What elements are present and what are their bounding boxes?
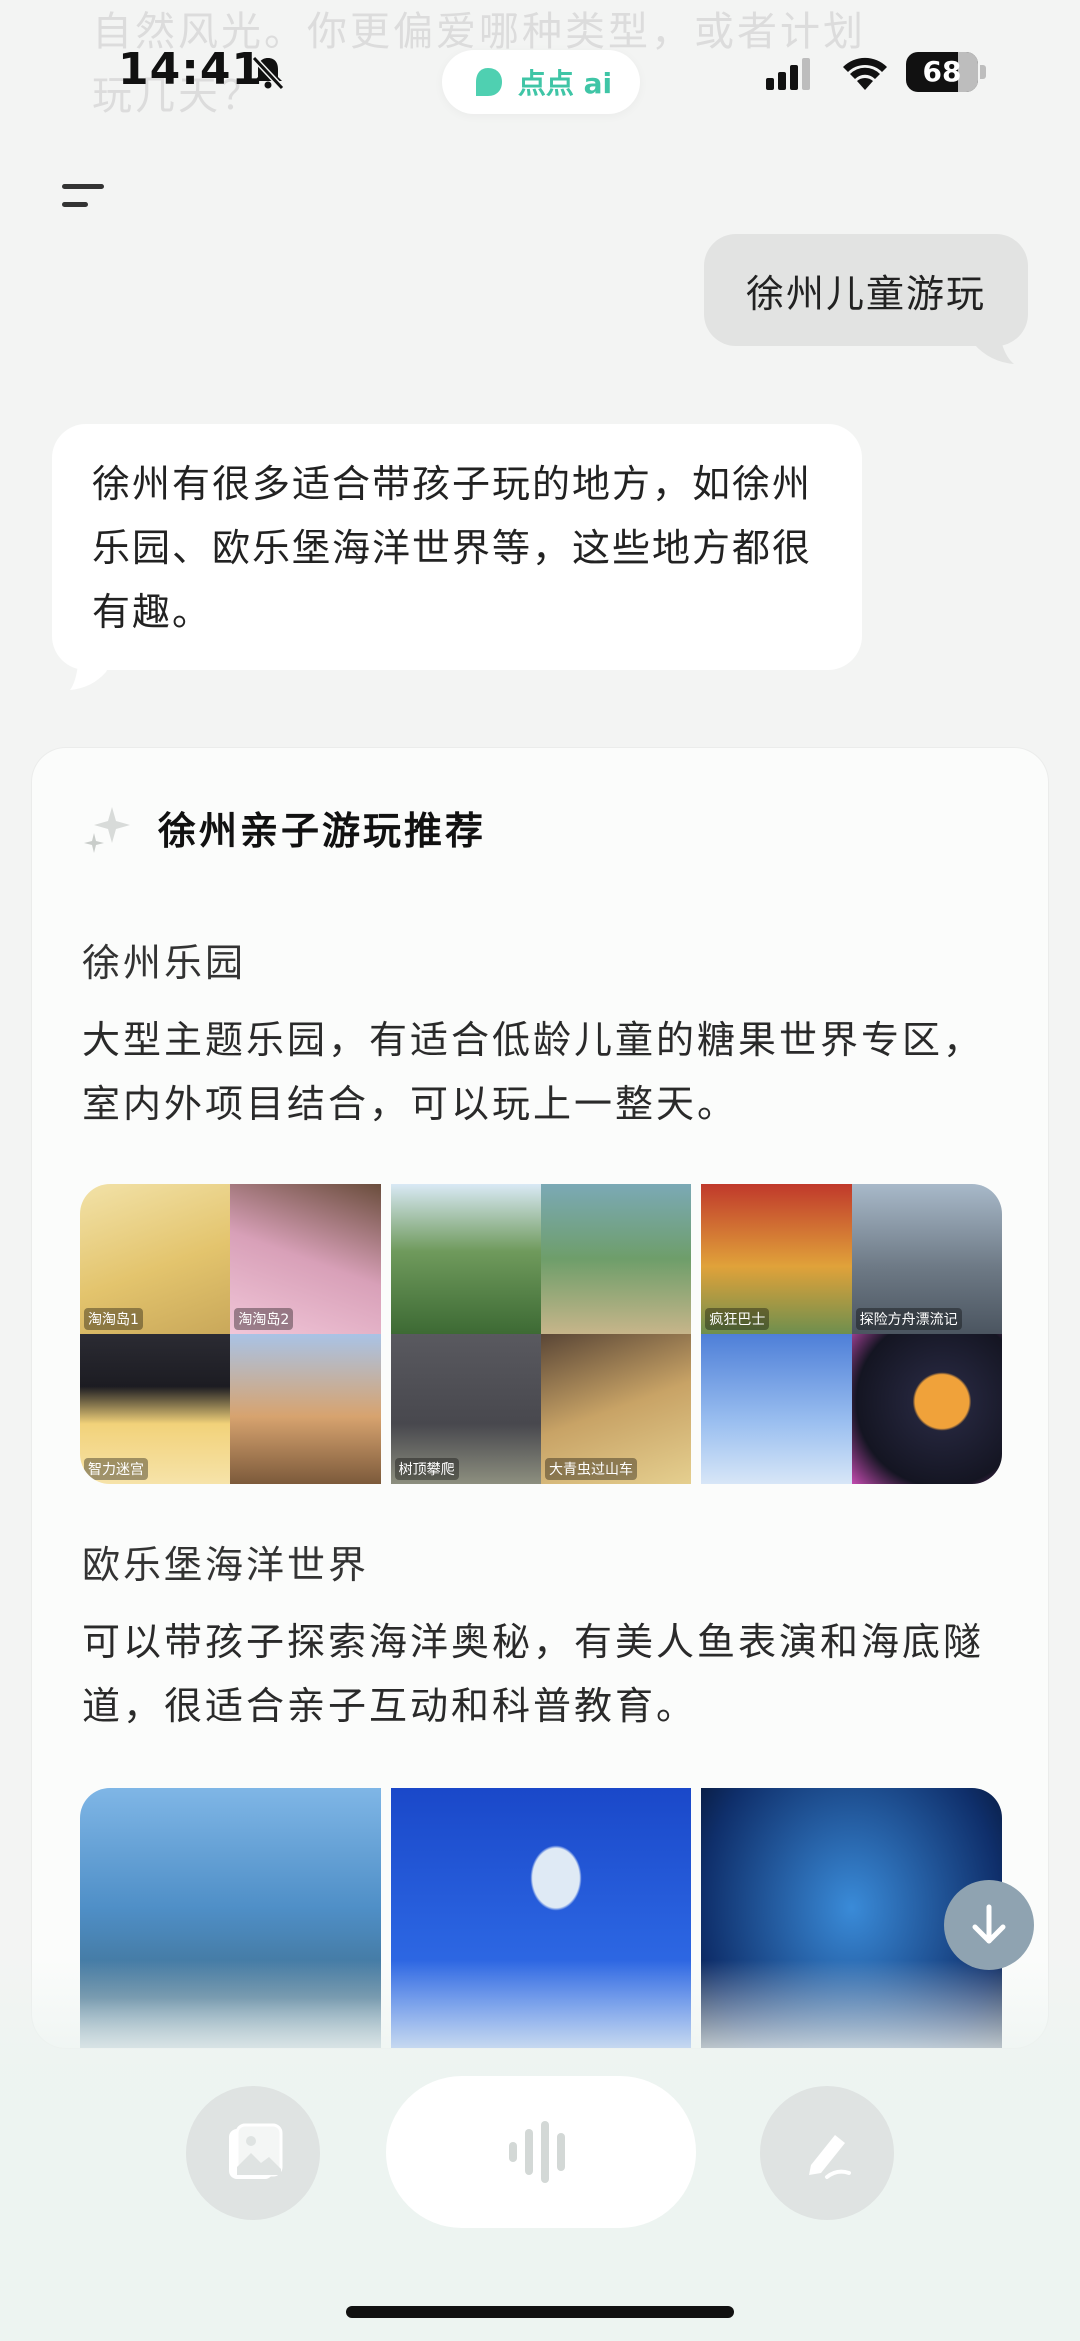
place-name-xuzhou-park: 徐州乐园 bbox=[82, 941, 247, 985]
status-bar: 14:41 点点 ai 68 bbox=[0, 0, 1080, 140]
app-pill[interactable]: 点点 ai bbox=[442, 50, 640, 114]
photo-gallery-xuzhou-park[interactable]: 淘淘岛1 淘淘岛2 智力迷宫 树顶攀爬 大青虫过山车 疯狂巴士 探险方舟漂流记 bbox=[80, 1184, 1003, 1484]
photo-tag: 大青虫过山车 bbox=[545, 1458, 637, 1480]
scroll-down-button[interactable] bbox=[944, 1880, 1034, 1970]
gallery-photo[interactable]: 树顶攀爬 大青虫过山车 bbox=[390, 1184, 692, 1484]
bell-off-icon bbox=[251, 55, 285, 91]
sparkle-icon bbox=[84, 806, 130, 853]
recommendation-card[interactable]: 徐州亲子游玩推荐 徐州乐园 大型主题乐园，有适合低龄儿童的糖果世界专区，室内外项… bbox=[32, 748, 1048, 2048]
write-button[interactable] bbox=[760, 2086, 894, 2220]
pen-icon bbox=[809, 2135, 851, 2179]
photo-tag: 淘淘岛2 bbox=[234, 1308, 294, 1330]
home-indicator bbox=[346, 2306, 734, 2318]
wifi-icon bbox=[843, 57, 887, 90]
app-pill-label: 点点 ai bbox=[517, 67, 613, 100]
gallery-photo[interactable]: 疯狂巴士 探险方舟漂流记 bbox=[701, 1184, 1003, 1484]
menu-button[interactable] bbox=[58, 180, 108, 220]
battery-indicator: 68 bbox=[906, 52, 986, 92]
photo-tag: 探险方舟漂流记 bbox=[855, 1308, 962, 1330]
image-icon bbox=[229, 2123, 283, 2179]
place-description-xuzhou-park: 大型主题乐园，有适合低龄儿童的糖果世界专区，室内外项目结合，可以玩上一整天。 bbox=[82, 1018, 985, 1126]
card-title: 徐州亲子游玩推荐 bbox=[158, 809, 487, 853]
cellular-signal-icon bbox=[766, 58, 810, 90]
assistant-bubble-tail bbox=[70, 664, 110, 690]
voice-input-button[interactable] bbox=[386, 2076, 696, 2228]
user-bubble-tail bbox=[970, 336, 1014, 364]
photo-tag: 树顶攀爬 bbox=[394, 1458, 459, 1480]
status-time: 14:41 bbox=[118, 44, 264, 95]
battery-level: 68 bbox=[922, 55, 962, 88]
arrow-down-icon bbox=[972, 1904, 1006, 1944]
gallery-photo[interactable]: 淘淘岛1 淘淘岛2 智力迷宫 bbox=[80, 1184, 381, 1484]
image-upload-button[interactable] bbox=[186, 2086, 320, 2220]
card-header: 徐州亲子游玩推荐 bbox=[82, 800, 486, 855]
user-message-bubble: 徐州儿童游玩 bbox=[704, 234, 1028, 346]
place-name-ocean-world: 欧乐堡海洋世界 bbox=[82, 1543, 370, 1587]
voice-wave-icon bbox=[509, 2121, 565, 2183]
photo-tag: 淘淘岛1 bbox=[84, 1308, 143, 1330]
assistant-message-bubble: 徐州有很多适合带孩子玩的地方，如徐州乐园、欧乐堡海洋世界等，这些地方都很有趣。 bbox=[52, 424, 862, 670]
photo-tag: 疯狂巴士 bbox=[705, 1308, 770, 1330]
place-description-ocean-world: 可以带孩子探索海洋奥秘，有美人鱼表演和海底隧道，很适合亲子互动和科普教育。 bbox=[82, 1620, 985, 1728]
app-logo-icon bbox=[475, 68, 502, 96]
menu-icon bbox=[62, 184, 104, 189]
photo-tag: 智力迷宫 bbox=[84, 1458, 148, 1480]
